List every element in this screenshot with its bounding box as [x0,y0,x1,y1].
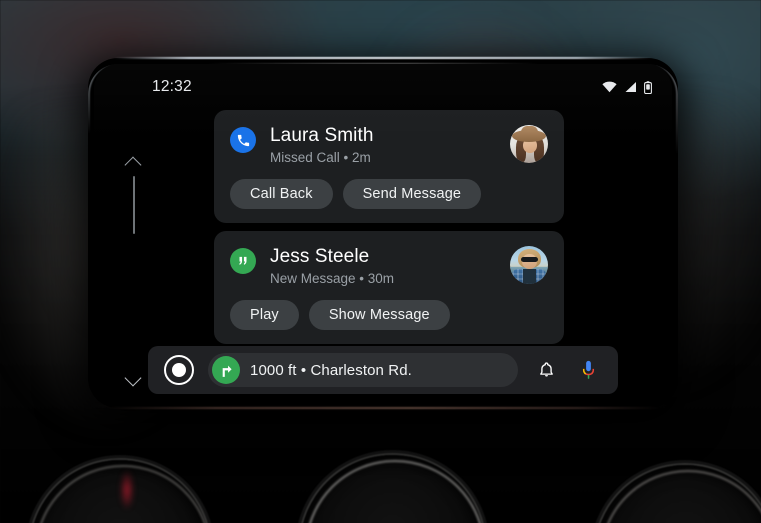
notification-subtitle: New Message • 30m [270,271,395,286]
status-icon-group [602,80,652,94]
device-bezel-bottom-highlight [106,407,660,409]
car-dashboard-scene: 12:32 Laura Smith Missed Call • 2m Call … [0,0,761,523]
notification-card-call[interactable]: Laura Smith Missed Call • 2m Call Back S… [214,110,564,223]
notification-header: Laura Smith Missed Call • 2m [230,124,548,167]
head-unit-device: 12:32 Laura Smith Missed Call • 2m Call … [88,57,678,409]
call-back-button[interactable]: Call Back [230,179,333,209]
phone-call-icon [230,127,256,153]
navigation-instruction: 1000 ft • Charleston Rd. [250,361,412,379]
navigation-chip[interactable]: 1000 ft • Charleston Rd. [208,353,518,387]
notification-title: Jess Steele [270,246,370,267]
bell-icon[interactable] [532,356,560,384]
show-message-button[interactable]: Show Message [308,300,450,330]
notification-actions: Play Show Message [230,300,548,330]
status-clock: 12:32 [152,78,192,95]
home-circle-icon[interactable] [164,355,194,385]
cellular-signal-icon [624,81,637,93]
google-assistant-mic-icon[interactable] [574,356,602,384]
status-bar: 12:32 [94,64,672,110]
bottom-navigation-bar: 1000 ft • Charleston Rd. [148,346,618,394]
send-message-button[interactable]: Send Message [342,179,482,209]
notification-subtitle: Missed Call • 2m [270,150,371,165]
scrollbar-thumb[interactable] [133,176,135,234]
battery-icon [644,80,652,94]
play-button[interactable]: Play [230,300,299,330]
turn-right-icon [212,356,240,384]
message-quote-icon [230,248,256,274]
climate-dial-indicator-light [120,470,134,510]
notification-actions: Call Back Send Message [230,179,548,209]
wifi-icon [602,81,617,93]
notification-card-message[interactable]: Jess Steele New Message • 30m Play Show … [214,231,564,344]
notification-header: Jess Steele New Message • 30m [230,245,548,288]
android-auto-screen: 12:32 Laura Smith Missed Call • 2m Call … [94,64,672,402]
notification-text-block: Jess Steele New Message • 30m [270,245,510,288]
notification-text-block: Laura Smith Missed Call • 2m [270,124,510,167]
contact-avatar [510,125,548,163]
chevron-up-icon[interactable] [123,156,145,170]
notification-title: Laura Smith [270,125,374,146]
chevron-down-icon[interactable] [123,372,145,386]
notification-list: Laura Smith Missed Call • 2m Call Back S… [214,110,564,352]
device-bezel-top-highlight [114,57,652,59]
contact-avatar [510,246,548,284]
